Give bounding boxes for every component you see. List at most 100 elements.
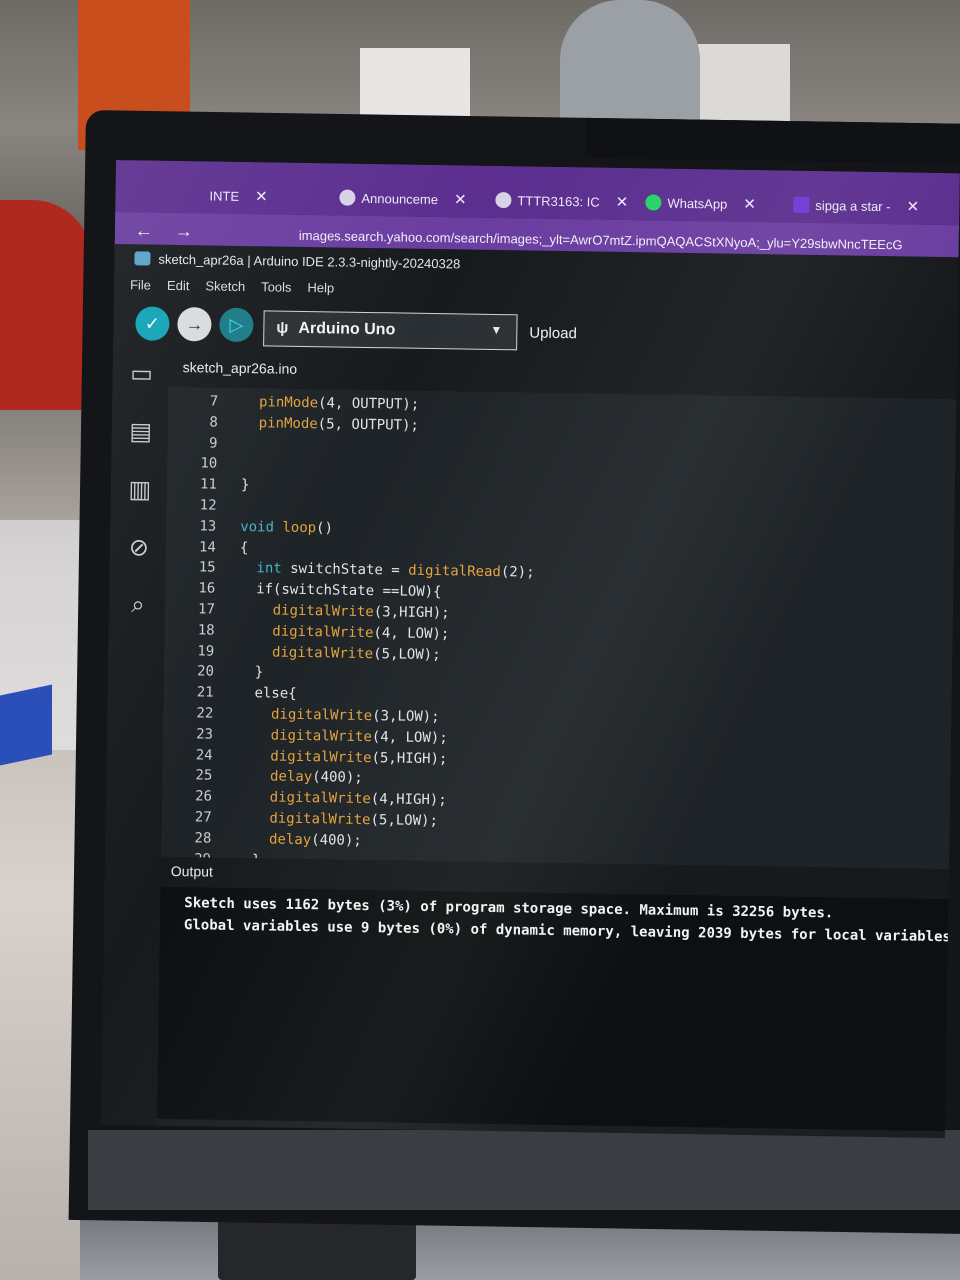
line-number: 26 bbox=[195, 788, 213, 805]
line-number: 9 bbox=[209, 435, 218, 452]
folder-icon[interactable]: ▭ bbox=[126, 358, 156, 388]
code-token: { bbox=[239, 539, 249, 556]
line-number: 20 bbox=[196, 663, 215, 680]
line-number: 14 bbox=[198, 538, 217, 556]
menu-sketch[interactable]: Sketch bbox=[205, 278, 245, 294]
laptop-screen: INTE ✕ Announceme ✕ TTTR3163: IC ✕ Whats… bbox=[100, 160, 960, 1139]
back-forward-icon[interactable]: ←→ bbox=[135, 220, 215, 242]
code-token: digitalWrite bbox=[269, 789, 371, 808]
file-tab[interactable]: sketch_apr26a.ino bbox=[183, 359, 298, 377]
code-token: digitalWrite bbox=[272, 623, 374, 641]
code-token: pinMode bbox=[258, 394, 319, 412]
debug-button[interactable]: ▷ bbox=[219, 307, 254, 343]
code-token: (400); bbox=[311, 831, 362, 849]
code-token: (4, LOW); bbox=[373, 624, 450, 643]
line-number: 15 bbox=[198, 559, 216, 577]
arduino-logo-icon bbox=[134, 251, 151, 266]
output-line: Global variables use 9 bytes (0%) of dyn… bbox=[183, 917, 960, 946]
upload-tooltip: Upload bbox=[529, 324, 578, 343]
code-token: digitalRead bbox=[408, 563, 502, 581]
browser-tab[interactable]: Announceme ✕ bbox=[329, 179, 477, 217]
close-icon[interactable]: ✕ bbox=[743, 195, 756, 213]
search-icon[interactable]: ⌕ bbox=[123, 590, 153, 620]
line-number: 12 bbox=[199, 497, 217, 514]
line-number: 7 bbox=[209, 393, 219, 410]
globe-icon bbox=[495, 191, 512, 209]
code-token: } bbox=[240, 477, 250, 494]
output-panel[interactable]: Sketch uses 1162 bytes (3%) of program s… bbox=[156, 886, 960, 1132]
verify-button[interactable]: ✓ bbox=[135, 306, 170, 341]
code-token: int bbox=[256, 560, 282, 578]
close-icon[interactable]: ✕ bbox=[454, 190, 467, 208]
browser-tab-label: WhatsApp bbox=[667, 195, 728, 212]
close-icon[interactable]: ✕ bbox=[616, 193, 629, 211]
usb-icon: ψ bbox=[276, 319, 289, 337]
caret-down-icon: ▼ bbox=[490, 322, 503, 338]
code-token: (4, LOW); bbox=[371, 728, 448, 747]
code-token: (3,HIGH); bbox=[373, 604, 450, 622]
code-token: delay bbox=[269, 768, 313, 786]
board-manager-icon[interactable]: ▤ bbox=[126, 416, 156, 446]
code-token: delay bbox=[268, 831, 312, 848]
line-number: 27 bbox=[194, 809, 212, 826]
browser-tab[interactable]: sipga a star - ✕ bbox=[783, 186, 929, 224]
line-number: 19 bbox=[197, 642, 215, 660]
line-number: 22 bbox=[196, 705, 214, 722]
menu-tools[interactable]: Tools bbox=[261, 279, 292, 294]
line-number: 17 bbox=[197, 601, 216, 618]
code-token: loop bbox=[282, 519, 317, 536]
browser-tab-label: TTTR3163: IC bbox=[517, 192, 600, 210]
laptop-chin bbox=[88, 1130, 960, 1210]
browser-tab[interactable]: WhatsApp ✕ bbox=[635, 184, 766, 222]
menu-edit[interactable]: Edit bbox=[167, 277, 190, 292]
code-token: () bbox=[315, 519, 334, 537]
code-token: (4, OUTPUT); bbox=[317, 395, 420, 413]
code-token: (2); bbox=[500, 564, 535, 582]
code-token: (4,HIGH); bbox=[370, 791, 447, 809]
code-token: digitalWrite bbox=[270, 727, 372, 745]
code-token: (5,HIGH); bbox=[371, 749, 448, 767]
code-token: (5,LOW); bbox=[370, 812, 439, 830]
browser-tab-label: INTE bbox=[209, 187, 240, 204]
library-icon[interactable]: ▥ bbox=[125, 474, 155, 504]
code-token: void bbox=[240, 518, 275, 536]
close-icon[interactable]: ✕ bbox=[906, 197, 919, 215]
code-token: (3,LOW); bbox=[372, 708, 440, 726]
code-token: digitalWrite bbox=[271, 644, 374, 662]
code-token: digitalWrite bbox=[269, 810, 371, 829]
line-number: 10 bbox=[200, 455, 218, 473]
check-icon: ✓ bbox=[144, 312, 161, 334]
upload-button[interactable]: → bbox=[177, 306, 212, 342]
line-number: 28 bbox=[194, 830, 212, 847]
browser-tab[interactable]: TTTR3163: IC ✕ bbox=[485, 182, 638, 220]
line-number: 25 bbox=[195, 767, 213, 784]
menu-file[interactable]: File bbox=[130, 277, 151, 292]
line-number: 24 bbox=[195, 746, 213, 764]
close-icon[interactable]: ✕ bbox=[255, 187, 268, 205]
browser-tab-label: Announceme bbox=[361, 190, 439, 207]
window-title: sketch_apr26a | Arduino IDE 2.3.3-nightl… bbox=[158, 251, 461, 271]
arrow-right-icon: → bbox=[185, 313, 204, 334]
code-token: digitalWrite bbox=[270, 748, 372, 766]
board-selector[interactable]: ψ Arduino Uno ▼ bbox=[263, 310, 518, 351]
line-number: 11 bbox=[199, 476, 218, 493]
code-editor[interactable]: 7 pinMode(4, OUTPUT); 8 pinMode(5, OUTPUT… bbox=[161, 386, 957, 870]
whatsapp-icon bbox=[645, 194, 662, 211]
line-number: 21 bbox=[196, 684, 214, 701]
code-token: switchState = bbox=[281, 561, 409, 580]
line-number: 13 bbox=[199, 518, 217, 535]
globe-icon bbox=[339, 189, 356, 206]
debug-disabled-icon[interactable]: ⊘ bbox=[124, 532, 154, 562]
code-token: digitalWrite bbox=[272, 602, 374, 621]
code-token: (400); bbox=[312, 769, 363, 787]
browser-tab[interactable]: INTE ✕ bbox=[199, 177, 278, 214]
debug-icon: ▷ bbox=[229, 314, 244, 335]
line-number: 18 bbox=[197, 622, 215, 639]
menu-help[interactable]: Help bbox=[307, 280, 334, 295]
code-token: digitalWrite bbox=[270, 706, 373, 725]
code-token: (5, OUTPUT); bbox=[317, 415, 420, 434]
yahoo-icon bbox=[793, 196, 810, 213]
code-token: } bbox=[254, 664, 264, 681]
line-number: 16 bbox=[198, 580, 216, 597]
code-token: pinMode bbox=[258, 415, 318, 432]
